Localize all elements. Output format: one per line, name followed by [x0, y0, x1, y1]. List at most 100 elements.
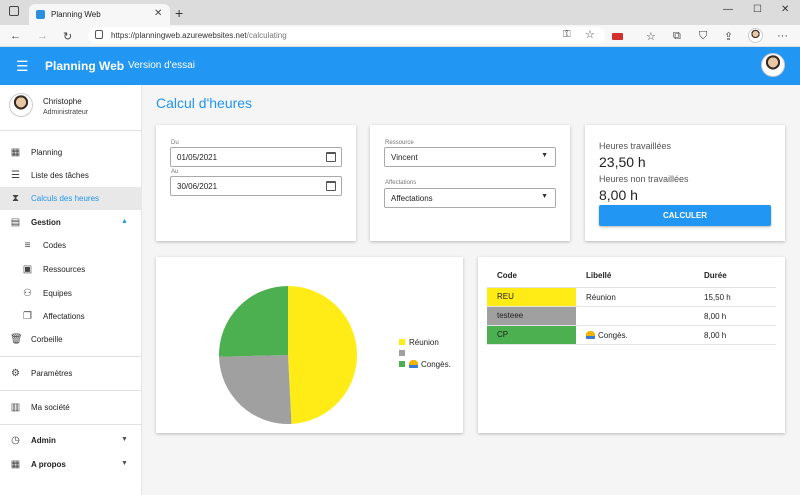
- url-path: /calculating: [246, 31, 287, 40]
- sidebar-item-parametres[interactable]: ⚙ Paramètres: [0, 362, 142, 385]
- calendar-picker-icon[interactable]: [326, 152, 336, 162]
- copy-icon: ❐: [23, 311, 32, 322]
- url-field[interactable]: https://planningweb.azurewebsites.net/ca…: [88, 27, 605, 44]
- legend-item-0: Réunion: [399, 338, 439, 347]
- playlist-add-icon: ≡: [24, 240, 31, 251]
- worked-value: 23,50 h: [599, 154, 646, 170]
- page-title: Calcul d'heures: [156, 95, 253, 111]
- refresh-icon[interactable]: ↻: [63, 30, 72, 43]
- user-name: Christophe: [43, 97, 82, 106]
- app-bar: ☰ Planning Web Version d'essai: [0, 47, 800, 85]
- share-icon[interactable]: ⇪: [724, 30, 733, 43]
- dropdown-arrow-icon: ▼: [541, 152, 548, 159]
- sidebar-item-label: Calculs des heures: [31, 194, 100, 203]
- assign-select[interactable]: Affectations ▼: [384, 188, 556, 208]
- sidebar-item-ressources[interactable]: ▣ Ressources: [0, 258, 142, 281]
- col-header-libelle: Libellé: [586, 271, 612, 280]
- to-label: Au: [171, 169, 179, 175]
- app-title: Planning Web: [45, 59, 125, 73]
- sidebar-item-label: Equipes: [43, 289, 72, 298]
- sidebar-item-affectations[interactable]: ❐ Affectations: [0, 305, 142, 328]
- sidebar-item-label: Codes: [43, 241, 67, 250]
- from-label: Du: [171, 140, 179, 146]
- extension-icon[interactable]: [612, 33, 623, 40]
- pie-slice-1: [219, 355, 292, 424]
- browser-tab-bar: Planning Web ✕ + — ☐ ✕: [0, 0, 800, 25]
- code-cell: REU: [487, 288, 576, 306]
- table-row[interactable]: testeee 8,00 h: [487, 307, 776, 326]
- table-row[interactable]: REU Réunion 15,50 h: [487, 288, 776, 307]
- table-row[interactable]: CP Congès. 8,00 h: [487, 326, 776, 345]
- maximize-icon[interactable]: ☐: [753, 4, 762, 15]
- sidebar-item-admin[interactable]: ◷ Admin ▼: [0, 429, 142, 452]
- hourglass-icon: ⧗: [11, 193, 20, 204]
- sidebar-item-label: Liste des tâches: [31, 171, 89, 180]
- legend-swatch: [399, 350, 405, 356]
- sidebar-item-gestion[interactable]: ▤ Gestion ▲: [0, 211, 142, 234]
- tab-actions-icon[interactable]: [9, 6, 19, 16]
- pie-slice-2: [219, 286, 288, 357]
- shield-icon[interactable]: ⛉: [699, 30, 707, 43]
- favorite-star-icon[interactable]: ☆: [585, 28, 595, 41]
- sidebar-item-planning[interactable]: ▦ Planning: [0, 141, 142, 164]
- browser-tab[interactable]: Planning Web ✕: [29, 4, 170, 25]
- sidebar-item-label: Admin: [31, 436, 56, 445]
- to-date-value: 30/06/2021: [177, 182, 218, 191]
- group-icon: ⚇: [23, 288, 32, 299]
- pie-slice-0: [288, 286, 357, 424]
- sidebar-item-label: Ressources: [43, 265, 86, 274]
- sidebar-item-equipes[interactable]: ⚇ Equipes: [0, 282, 142, 305]
- minimize-icon[interactable]: —: [723, 4, 733, 15]
- sidebar-item-label: Gestion: [31, 218, 61, 227]
- beach-umbrella-icon: [586, 331, 595, 339]
- chevron-up-icon: ▲: [121, 218, 128, 225]
- person-box-icon: ▣: [22, 264, 33, 275]
- user-role: Administrateur: [43, 109, 89, 116]
- dashboard-icon: ▦: [10, 459, 21, 470]
- code-cell: CP: [487, 326, 576, 344]
- to-date-field[interactable]: 30/06/2021: [170, 176, 342, 196]
- sidebar-item-societe[interactable]: ▥ Ma société: [0, 396, 142, 419]
- divider: [0, 130, 142, 131]
- browser-profile-avatar[interactable]: [748, 28, 763, 43]
- divider: [0, 424, 142, 425]
- menu-icon[interactable]: ☰: [16, 58, 29, 75]
- sidebar-item-corbeille[interactable]: 🗑 Corbeille: [0, 328, 142, 351]
- sidebar-item-label: Corbeille: [31, 335, 63, 344]
- divider: [0, 390, 142, 391]
- assign-label: Affectations: [385, 180, 417, 186]
- close-tab-icon[interactable]: ✕: [154, 8, 162, 19]
- key-icon[interactable]: ⚿: [563, 29, 571, 40]
- more-icon[interactable]: ···: [777, 30, 788, 42]
- calculate-button[interactable]: CALCULER: [599, 205, 771, 226]
- col-header-code: Code: [497, 271, 517, 280]
- sidebar-item-codes[interactable]: ≡ Codes: [0, 234, 142, 257]
- calendar-icon: ▦: [10, 147, 21, 158]
- calendar-picker-icon[interactable]: [326, 181, 336, 191]
- pie-chart: [219, 286, 357, 424]
- duration-cell: 8,00 h: [704, 331, 727, 340]
- user-avatar[interactable]: [761, 53, 785, 77]
- sidebar-item-apropos[interactable]: ▦ A propos ▼: [0, 453, 142, 476]
- address-bar-row: ← → ↻ https://planningweb.azurewebsites.…: [0, 25, 800, 47]
- from-date-field[interactable]: 01/05/2021: [170, 147, 342, 167]
- collections-icon[interactable]: ⧉: [673, 30, 681, 43]
- sidebar-item-tasks[interactable]: ☰ Liste des tâches: [0, 164, 142, 187]
- legend-label: Réunion: [409, 338, 439, 347]
- forward-icon[interactable]: →: [37, 30, 48, 42]
- legend-item-2: Congès.: [399, 360, 451, 369]
- close-window-icon[interactable]: ✕: [781, 4, 789, 15]
- admin-clock-icon: ◷: [11, 435, 20, 446]
- new-tab-icon[interactable]: +: [175, 5, 183, 21]
- table-card: [478, 257, 785, 433]
- divider: [0, 356, 142, 357]
- favorites-icon[interactable]: ☆: [646, 30, 656, 43]
- duration-cell: 8,00 h: [704, 312, 727, 321]
- col-header-duree: Durée: [704, 271, 727, 280]
- resource-value: Vincent: [391, 153, 418, 162]
- sidebar-item-calculs[interactable]: ⧗ Calculs des heures: [0, 187, 142, 210]
- legend-swatch: [399, 339, 405, 345]
- label-cell: Congès.: [586, 331, 628, 340]
- resource-select[interactable]: Vincent ▼: [384, 147, 556, 167]
- back-icon[interactable]: ←: [10, 30, 21, 42]
